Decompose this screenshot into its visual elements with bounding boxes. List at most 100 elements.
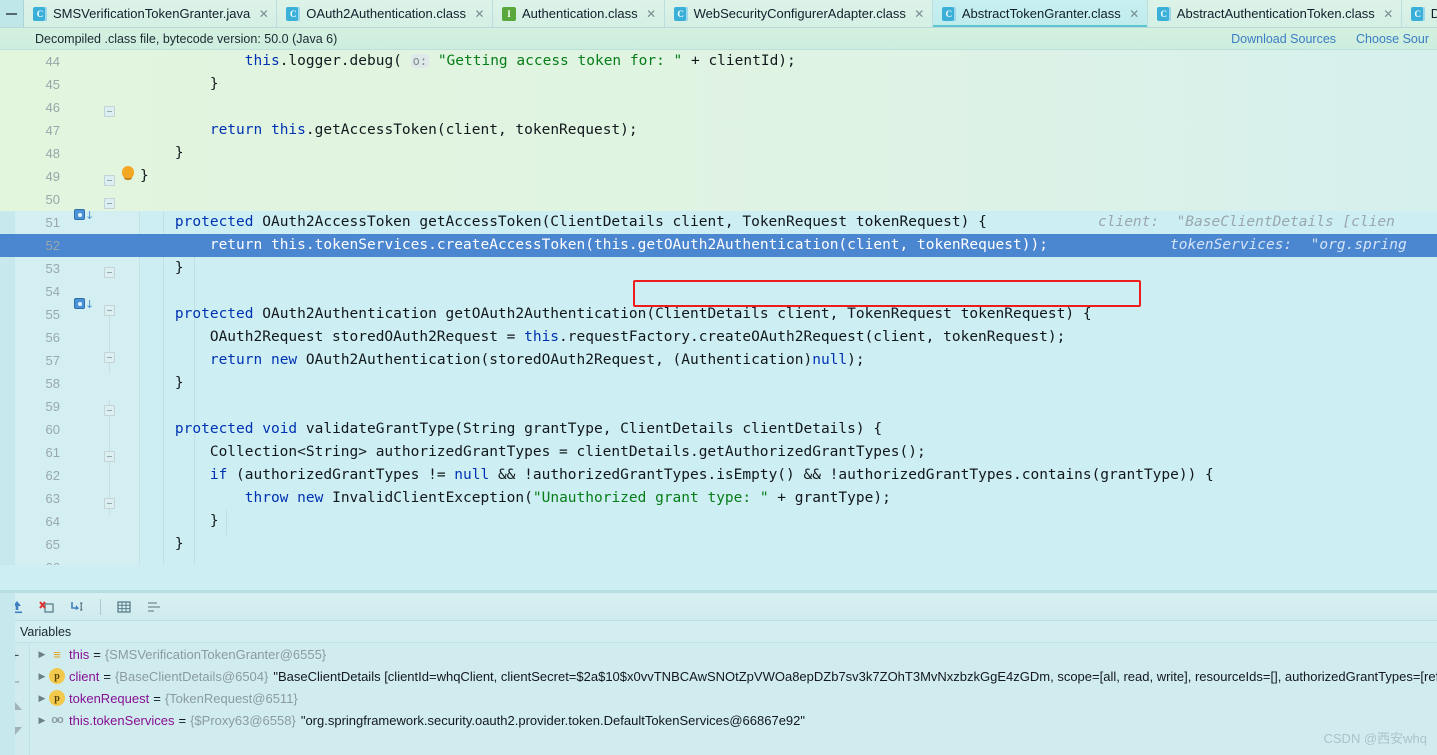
editor-tab-1[interactable]: C OAuth2Authentication.class ✕ [277,0,493,27]
editor-tab-3[interactable]: C WebSecurityConfigurerAdapter.class ✕ [664,0,933,27]
code-line[interactable]: 45 } [0,73,1437,96]
editor-tab-0[interactable]: C SMSVerificationTokenGranter.java ✕ [24,0,278,27]
line-number: 55 [45,307,60,322]
code-line[interactable]: 49} [0,165,1437,188]
expand-triangle-icon[interactable]: ▶ [35,649,49,660]
variable-reference: {TokenRequest@6511} [164,690,298,706]
debugger-variables-panel: Variables + – ▶≡this={SMSVerificationTok… [0,593,1437,755]
code-line[interactable]: 62 if (authorizedGrantTypes != null && !… [0,464,1437,487]
close-icon[interactable]: ✕ [646,7,657,21]
close-icon[interactable]: ✕ [474,7,485,21]
editor-tab-bar: C SMSVerificationTokenGranter.java ✕ C OAuth… [0,0,1437,28]
run-method-gutter-icon[interactable]: ↓ [74,209,94,223]
editor-tab-label: WebSecurityConfigurerAdapter.class [693,6,906,21]
code-line[interactable]: 56 OAuth2Request storedOAuth2Request = t… [0,326,1437,349]
editor-tab-2[interactable]: I Authentication.class ✕ [493,0,665,27]
editor-tab-4[interactable]: C AbstractTokenGranter.class ✕ [932,0,1148,27]
line-number: 50 [45,192,60,207]
this-fields-icon: ≡ [53,646,61,662]
code-text: return this.getAccessToken(client, token… [209,122,638,138]
down-right-arrow-icon [71,601,83,611]
class-c-icon: C [1410,6,1425,21]
code-line[interactable]: 55 protected OAuth2Authentication getOAu… [0,303,1437,326]
fold-toggle-icon[interactable] [104,451,115,462]
code-line[interactable]: 48 } [0,142,1437,165]
editor-tab-5[interactable]: C AbstractAuthenticationToken.class ✕ [1147,0,1402,27]
fold-toggle-icon[interactable] [104,106,115,117]
line-number: 46 [45,100,60,115]
choose-sources-link[interactable]: Choose Sour [1356,32,1429,46]
code-line[interactable]: 51 protected OAuth2AccessToken getAccess… [0,211,1437,234]
expand-triangle-icon[interactable]: ▶ [35,671,49,682]
variable-row[interactable]: ▶ p client = {BaseClientDetails@6504} "BaseCl… [31,665,1437,687]
debugger-left-scrollbar[interactable] [0,593,15,755]
variables-list[interactable]: ▶ ≡ this = {SMSVerificationTokenGranter@6555… [31,643,1437,755]
collapse-sidebar-button[interactable] [0,0,24,27]
code-line[interactable]: 63 throw new InvalidClientException("Una… [0,487,1437,510]
variable-value: "BaseClientDetails [clientId=whqClient, … [273,668,1437,684]
close-icon[interactable]: ✕ [1383,7,1394,21]
code-line[interactable]: 58 } [0,372,1437,395]
code-line[interactable]: 60 protected void validateGrantType(Stri… [0,418,1437,441]
line-number: 64 [45,514,60,529]
editor-tab-6[interactable]: CDefaultO✕ [1401,0,1437,27]
fold-toggle-icon[interactable] [104,352,115,363]
table-grid-icon [117,600,131,613]
variable-row[interactable]: ▶ p tokenRequest = {TokenRequest@6511} [31,687,1437,709]
intention-bulb-icon[interactable] [122,166,134,178]
code-text: if (authorizedGrantTypes != null && !aut… [209,467,1214,483]
fold-toggle-icon[interactable] [104,198,115,209]
remove-watch-button[interactable] [34,596,60,618]
code-text: protected OAuth2Authentication getOAuth2… [174,306,1092,322]
equals-sign: = [153,690,161,706]
code-line[interactable]: 54 [0,280,1437,303]
variable-name: this.tokenServices [69,712,175,728]
fold-toggle-icon[interactable] [104,405,115,416]
editor-tab-label: AbstractTokenGranter.class [961,6,1121,21]
sort-values-button[interactable] [141,596,167,618]
code-text: } [140,375,184,391]
code-lines: 44 this.logger.debug( o: "Getting access… [0,50,1437,590]
variable-name: this [69,646,90,662]
class-c-icon: C [286,6,301,21]
editor-bottom-padding [0,565,1437,590]
editor-tab-label: DefaultO [1431,6,1437,21]
variable-row[interactable]: ▶ ≡ this = {SMSVerificationTokenGranter@6555… [31,643,1437,665]
fold-toggle-icon[interactable] [104,305,115,316]
code-text: return new OAuth2Authentication(storedOA… [209,352,865,368]
set-value-button[interactable] [64,596,90,618]
code-editor[interactable]: 44 this.logger.debug( o: "Getting access… [0,50,1437,590]
close-icon[interactable]: ✕ [258,7,269,21]
code-line[interactable]: 44 this.logger.debug( o: "Getting access… [0,50,1437,73]
code-line[interactable]: 64 } [0,510,1437,533]
close-icon[interactable]: ✕ [914,7,925,21]
line-number: 58 [45,376,60,391]
run-method-gutter-icon[interactable]: ↓ [74,298,94,312]
fold-toggle-icon[interactable] [104,267,115,278]
variable-reference: {SMSVerificationTokenGranter@6555} [104,646,327,662]
inline-debug-hint: tokenServices: "org.spring [1170,237,1407,253]
code-line[interactable]: 57 return new OAuth2Authentication(store… [0,349,1437,372]
fold-toggle-icon[interactable] [104,498,115,509]
close-icon[interactable]: ✕ [1129,7,1140,21]
code-line[interactable]: 47 return this.getAccessToken(client, to… [0,119,1437,142]
view-as-table-button[interactable] [111,596,137,618]
code-line[interactable]: 65 } [0,533,1437,556]
code-line[interactable]: 53 } [0,257,1437,280]
line-number: 65 [45,537,60,552]
code-line[interactable]: 61 Collection<String> authorizedGrantTyp… [0,441,1437,464]
code-line[interactable]: 52 return this.tokenServices.createAcces… [0,234,1437,257]
editor-tab-label: OAuth2Authentication.class [306,6,466,21]
line-number: 52 [45,238,60,253]
expand-triangle-icon[interactable]: ▶ [35,693,49,704]
code-line[interactable]: 46 [0,96,1437,119]
code-line[interactable]: 50 [0,188,1437,211]
equals-sign: = [93,646,101,662]
variable-row[interactable]: ▶ oo this.tokenServices = {$Proxy63@6558} "or… [31,709,1437,731]
line-number: 45 [45,77,60,92]
code-line[interactable]: 59 [0,395,1437,418]
fold-toggle-icon[interactable] [104,175,115,186]
download-sources-link[interactable]: Download Sources [1231,32,1336,46]
expand-triangle-icon[interactable]: ▶ [35,715,49,726]
variables-tab-header[interactable]: Variables [0,621,1437,643]
